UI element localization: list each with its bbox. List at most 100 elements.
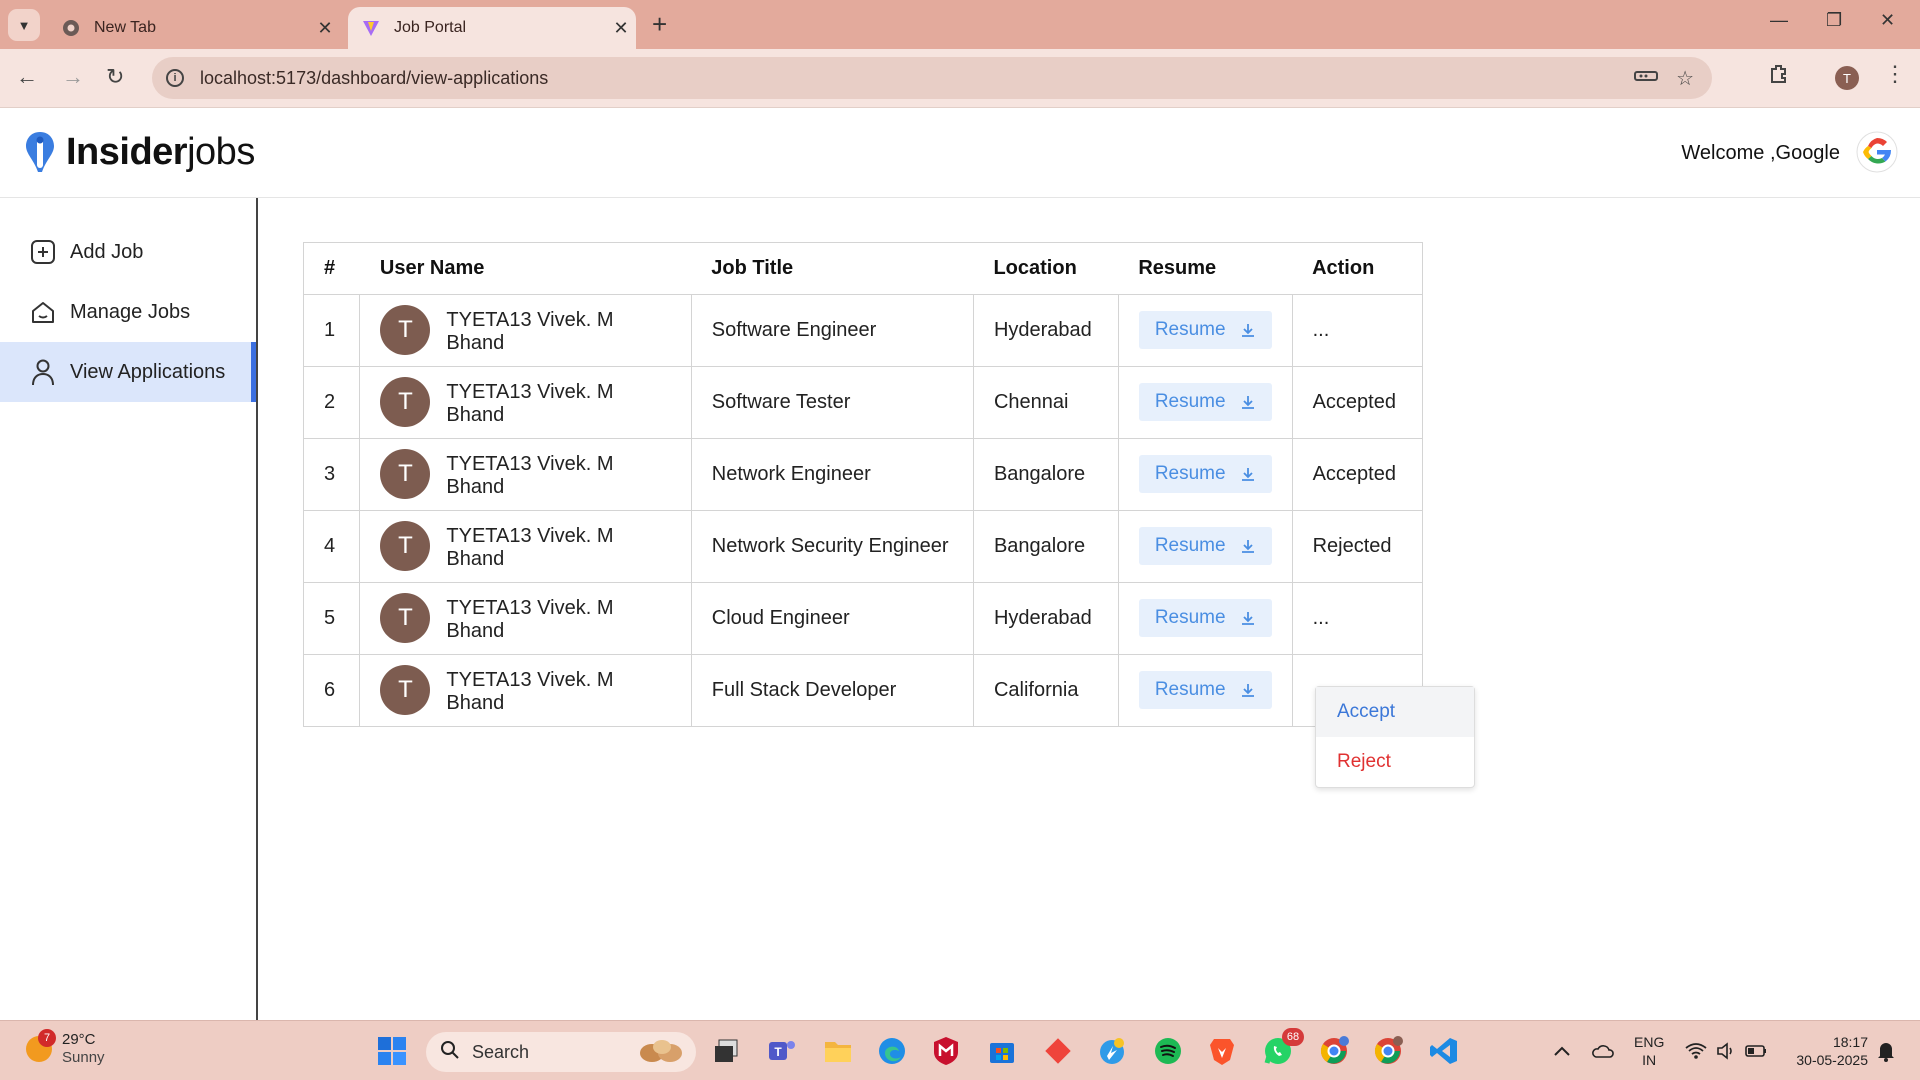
vscode-icon[interactable] <box>1426 1033 1462 1069</box>
weather-app-icon[interactable] <box>1094 1033 1130 1069</box>
action-status: Rejected <box>1291 509 1422 582</box>
reload-icon[interactable]: ↻ <box>106 64 124 90</box>
site-info-icon[interactable]: i <box>166 69 184 87</box>
weather-temp: 29°C <box>62 1031 96 1048</box>
taskbar-search[interactable]: Search <box>426 1032 696 1072</box>
tab-job-portal[interactable]: Job Portal ✕ <box>348 7 636 49</box>
action-menu-trigger[interactable]: ... <box>1291 293 1422 366</box>
bookmark-star-icon[interactable]: ☆ <box>1676 66 1694 91</box>
weather-badge: 7 <box>38 1029 56 1047</box>
anydesk-icon[interactable] <box>1040 1033 1076 1069</box>
vite-icon <box>362 19 380 37</box>
reject-menu-item[interactable]: Reject <box>1316 737 1474 787</box>
column-header-job-title: Job Title <box>711 256 794 279</box>
minimize-icon[interactable]: — <box>1770 10 1788 31</box>
welcome-text: Welcome ,Google <box>1681 142 1840 164</box>
table-row: 5 T TYETA13 Vivek. M Bhand Cloud Engineer… <box>304 581 1422 654</box>
avatar: T <box>380 449 431 499</box>
user-name: TYETA13 Vivek. M Bhand <box>446 669 614 715</box>
sidebar-item-view-applications[interactable]: View Applications <box>0 342 256 402</box>
location: Chennai <box>972 365 1119 438</box>
download-icon <box>1240 610 1256 626</box>
close-window-icon[interactable]: ✕ <box>1880 10 1895 31</box>
person-icon <box>28 357 58 387</box>
notification-badge: 68 <box>1282 1028 1304 1046</box>
column-header-action: Action <box>1312 256 1375 279</box>
url-text[interactable]: localhost:5173/dashboard/view-applicatio… <box>200 68 1634 89</box>
spotify-icon[interactable] <box>1150 1033 1186 1069</box>
system-clock[interactable]: 18:17 30-05-2025 <box>1796 1033 1868 1069</box>
table-row: 1 T TYETA13 Vivek. M Bhand Software Engin… <box>304 293 1422 366</box>
download-icon <box>1240 682 1256 698</box>
chevron-up-icon[interactable] <box>1544 1033 1580 1069</box>
more-menu-icon[interactable]: ⋮ <box>1884 61 1906 87</box>
chrome-profile-v-icon[interactable] <box>1316 1033 1352 1069</box>
restore-icon[interactable]: ❐ <box>1826 10 1842 31</box>
google-avatar[interactable] <box>1856 131 1898 173</box>
password-key-icon[interactable] <box>1634 67 1659 90</box>
extensions-icon[interactable] <box>1768 63 1790 91</box>
whatsapp-icon[interactable]: 68 <box>1260 1028 1304 1069</box>
applications-table: # User Name Job Title Location Resume Ac… <box>303 242 1423 727</box>
search-highlight-icon <box>632 1035 690 1070</box>
search-icon <box>440 1040 460 1065</box>
action-menu-trigger[interactable]: ... <box>1291 581 1422 654</box>
profile-avatar[interactable]: T <box>1835 66 1859 90</box>
search-label: Search <box>472 1041 530 1062</box>
resume-download-button[interactable]: Resume <box>1138 671 1272 710</box>
resume-download-button[interactable]: Resume <box>1138 527 1272 565</box>
notification-bell-icon[interactable] <box>1868 1033 1904 1069</box>
forward-arrow-icon[interactable]: → <box>62 64 84 90</box>
location: Bangalore <box>972 437 1119 510</box>
table-row: 4 T TYETA13 Vivek. M Bhand Network Securi… <box>304 509 1422 582</box>
close-tab-icon[interactable]: ✕ <box>606 18 636 39</box>
language-indicator[interactable]: ENG IN <box>1634 1033 1664 1069</box>
accept-menu-item[interactable]: Accept <box>1316 687 1474 737</box>
brave-icon[interactable] <box>1204 1033 1240 1069</box>
action-status: Accepted <box>1291 365 1422 438</box>
column-header-number: # <box>324 256 336 279</box>
job-title: Software Tester <box>690 365 974 438</box>
add-square-icon <box>28 237 58 267</box>
tab-new-tab[interactable]: New Tab ✕ <box>50 7 340 49</box>
edge-icon[interactable] <box>874 1033 910 1069</box>
job-title: Full Stack Developer <box>690 653 974 726</box>
resume-download-button[interactable]: Resume <box>1138 311 1272 349</box>
action-dropdown-menu: Accept Reject <box>1315 686 1475 788</box>
resume-download-button[interactable]: Resume <box>1138 455 1272 493</box>
weather-condition: Sunny <box>62 1049 105 1066</box>
job-title: Network Security Engineer <box>690 509 974 582</box>
row-number: 6 <box>304 653 360 726</box>
task-view-icon[interactable] <box>708 1033 744 1069</box>
resume-download-button[interactable]: Resume <box>1138 383 1272 421</box>
svg-text:T: T <box>774 1045 782 1059</box>
teams-icon[interactable]: T <box>764 1033 800 1069</box>
address-bar[interactable]: i localhost:5173/dashboard/view-applicat… <box>152 57 1712 99</box>
insiderjobs-logo[interactable]: Insiderjobs <box>24 130 255 174</box>
sidebar-item-label: Add Job <box>70 240 144 263</box>
tab-title: New Tab <box>94 19 156 36</box>
battery-icon[interactable] <box>1738 1033 1774 1069</box>
file-explorer-icon[interactable] <box>820 1033 856 1069</box>
sidebar-item-add-job[interactable]: Add Job <box>0 222 256 282</box>
weather-widget[interactable]: 7 29°C Sunny <box>26 1029 105 1067</box>
back-arrow-icon[interactable]: ← <box>16 64 38 90</box>
resume-download-button[interactable]: Resume <box>1138 599 1272 637</box>
windows-start-icon[interactable] <box>374 1033 410 1069</box>
chrome-profile-t-icon[interactable] <box>1370 1033 1406 1069</box>
table-header-row: # User Name Job Title Location Resume Ac… <box>304 243 1422 294</box>
avatar: T <box>380 521 431 571</box>
column-header-resume: Resume <box>1138 256 1217 279</box>
sidebar-item-manage-jobs[interactable]: Manage Jobs <box>0 282 256 342</box>
onedrive-cloud-icon[interactable] <box>1584 1033 1620 1069</box>
microsoft-store-icon[interactable] <box>984 1033 1020 1069</box>
column-header-user-name: User Name <box>379 256 485 279</box>
avatar: T <box>380 305 431 355</box>
mcafee-icon[interactable] <box>928 1033 964 1069</box>
new-tab-plus-icon[interactable]: + <box>652 10 667 38</box>
close-tab-icon[interactable]: ✕ <box>310 18 340 39</box>
tab-title: Job Portal <box>394 19 467 36</box>
download-icon <box>1240 394 1256 410</box>
tab-search-button[interactable]: ▼ <box>8 9 40 41</box>
table-row: 3 T TYETA13 Vivek. M Bhand Network Engine… <box>304 437 1422 510</box>
